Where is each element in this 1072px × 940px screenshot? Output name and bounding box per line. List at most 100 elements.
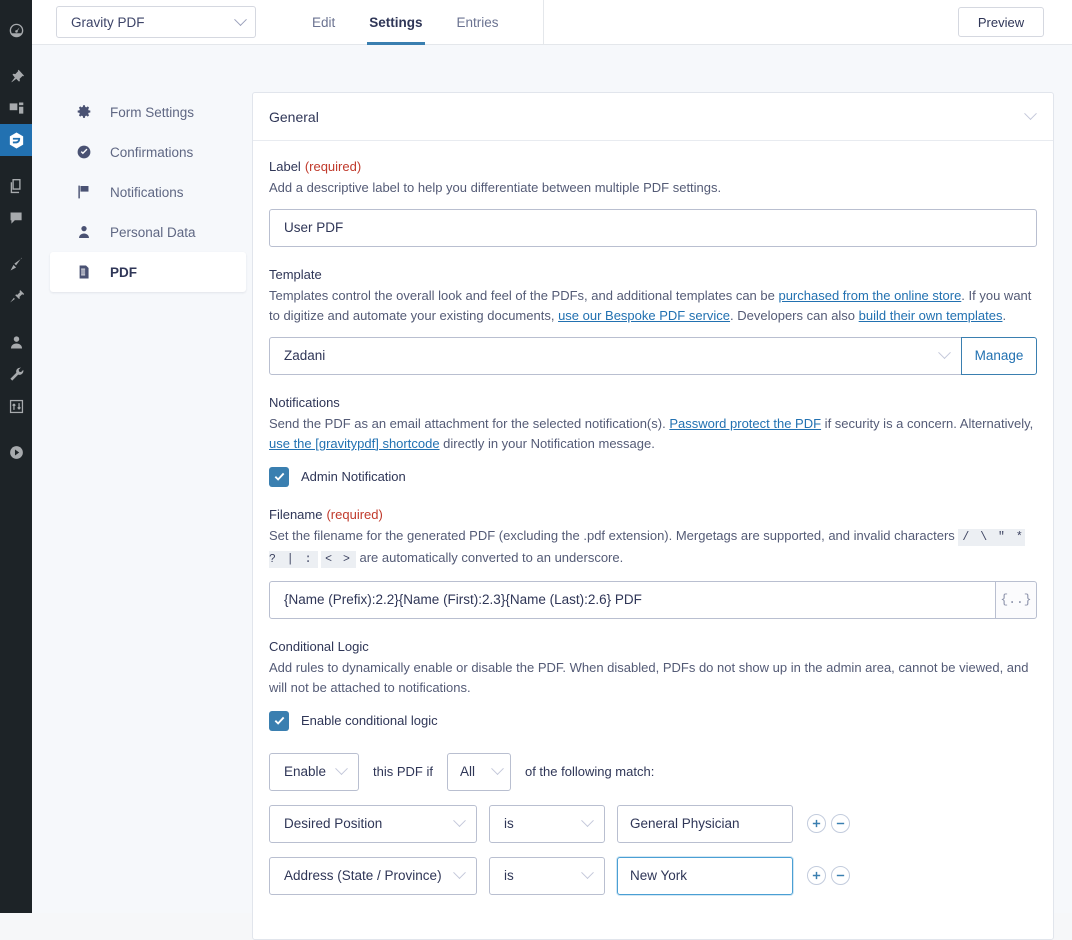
comments-icon[interactable] [0,202,32,234]
notif-desc-3: directly in your Notification message. [440,436,655,451]
sidebar-item-personal-data-label: Personal Data [110,225,196,240]
filename-desc-2: are automatically converted to an unders… [356,550,623,565]
conditional-action-select[interactable]: Enable [269,753,359,791]
label-input[interactable]: User PDF [269,209,1037,247]
template-desc-1: Templates control the overall look and f… [269,288,778,303]
conditional-logic-title: Conditional Logic [269,639,1037,654]
manage-button-label: Manage [975,348,1024,363]
rule-buttons [807,814,855,833]
form-switcher-value: Gravity PDF [71,15,236,30]
dashboard-icon[interactable] [0,14,32,46]
tab-settings-label: Settings [369,15,422,30]
template-desc-3: . Developers can also [730,308,859,323]
add-rule-button[interactable] [807,814,826,833]
add-rule-button[interactable] [807,866,826,885]
admin-notification-checkbox[interactable] [269,467,289,487]
manage-templates-button[interactable]: Manage [961,337,1037,375]
tab-entries[interactable]: Entries [445,0,511,45]
label-field-title: Label (required) [269,159,1037,174]
label-required-flag: (required) [305,159,361,174]
gear-icon [76,104,98,120]
check-circle-icon [76,144,98,160]
conditional-match-value: All [460,764,493,779]
chevron-down-icon[interactable] [1024,107,1037,120]
enable-conditional-logic-checkbox[interactable] [269,711,289,731]
link-password-protect-pdf[interactable]: Password protect the PDF [669,416,821,431]
chevron-down-icon [938,346,951,359]
notifications-field-description: Send the PDF as an email attachment for … [269,414,1037,455]
template-select[interactable]: Zadani [269,337,962,375]
rule-value-input[interactable]: General Physician [617,805,793,843]
sidebar-item-confirmations-label: Confirmations [110,145,193,160]
sidebar-item-form-settings[interactable]: Form Settings [50,92,246,132]
rule-value-input[interactable]: New York [617,857,793,895]
rule-field-value: Desired Position [284,816,455,831]
preview-button[interactable]: Preview [958,7,1044,37]
mergetag-button-label: {..} [1000,592,1031,607]
conditional-rule-row: Desired Position is General Physician [269,805,1037,843]
filename-row: {Name (Prefix):2.2}{Name (First):2.3}{Na… [269,581,1037,619]
mergetag-button[interactable]: {..} [995,581,1037,619]
tools-wrench-icon[interactable] [0,358,32,390]
pin-posts-icon[interactable] [0,60,32,92]
tab-edit[interactable]: Edit [300,0,347,45]
pages-icon[interactable] [0,170,32,202]
filename-input[interactable]: {Name (Prefix):2.2}{Name (First):2.3}{Na… [269,581,996,619]
page-content: Form Settings Confirmations Notification… [32,45,1072,913]
link-build-own-templates[interactable]: build their own templates [859,308,1003,323]
template-row: Zadani Manage [269,337,1037,375]
sidebar-item-confirmations[interactable]: Confirmations [50,132,246,172]
notifications-field-title: Notifications [269,395,1037,410]
sidebar-item-pdf[interactable]: PDF [50,252,246,292]
remove-rule-button[interactable] [831,814,850,833]
appearance-brush-icon[interactable] [0,248,32,280]
remove-rule-button[interactable] [831,866,850,885]
form-switcher-dropdown[interactable]: Gravity PDF [56,6,256,38]
rule-field-value: Address (State / Province) [284,868,455,883]
rule-operator-value: is [504,868,583,883]
users-icon[interactable] [0,326,32,358]
chevron-down-icon [581,866,594,879]
enable-conditional-logic-row[interactable]: Enable conditional logic [269,711,1037,731]
chevron-down-icon [335,762,348,775]
chevron-down-icon [491,762,504,775]
play-circle-icon[interactable] [0,436,32,468]
enable-conditional-logic-label: Enable conditional logic [301,713,438,728]
sidebar-item-personal-data[interactable]: Personal Data [50,212,246,252]
rule-field-select[interactable]: Address (State / Province) [269,857,477,895]
user-icon [76,224,98,240]
filename-field-description: Set the filename for the generated PDF (… [269,526,1037,571]
conditional-tail-text: of the following match: [525,764,654,779]
rule-value-text: New York [630,868,687,883]
tab-settings[interactable]: Settings [357,0,434,45]
template-field-description: Templates control the overall look and f… [269,286,1037,327]
conditional-action-value: Enable [284,764,337,779]
gravity-forms-icon[interactable] [0,124,32,156]
conditional-match-select[interactable]: All [447,753,511,791]
settings-sliders-icon[interactable] [0,390,32,422]
settings-nav: Form Settings Confirmations Notification… [50,92,246,292]
link-gravitypdf-shortcode[interactable]: use the [gravitypdf] shortcode [269,436,440,451]
rule-value-text: General Physician [630,816,740,831]
label-field-text: Label [269,159,301,174]
rule-operator-value: is [504,816,583,831]
wordpress-admin-sidebar [0,0,32,913]
sidebar-item-notifications[interactable]: Notifications [50,172,246,212]
filename-field-group: Filename(required) Set the filename for … [269,507,1037,619]
filename-desc-1: Set the filename for the generated PDF (… [269,528,958,543]
rule-operator-select[interactable]: is [489,805,605,843]
top-tabs: Edit Settings Entries [300,0,544,45]
link-purchase-online-store[interactable]: purchased from the online store [778,288,961,303]
template-field-title: Template [269,267,1037,282]
rule-operator-select[interactable]: is [489,857,605,895]
media-icon[interactable] [0,92,32,124]
admin-notification-checkbox-row[interactable]: Admin Notification [269,467,1037,487]
link-bespoke-pdf-service[interactable]: use our Bespoke PDF service [558,308,730,323]
panel-header[interactable]: General [253,93,1053,141]
filename-input-value: {Name (Prefix):2.2}{Name (First):2.3}{Na… [284,592,642,607]
chevron-down-icon [453,814,466,827]
chevron-down-icon [581,814,594,827]
rule-field-select[interactable]: Desired Position [269,805,477,843]
plugins-plug-icon[interactable] [0,280,32,312]
admin-notification-label: Admin Notification [301,469,406,484]
